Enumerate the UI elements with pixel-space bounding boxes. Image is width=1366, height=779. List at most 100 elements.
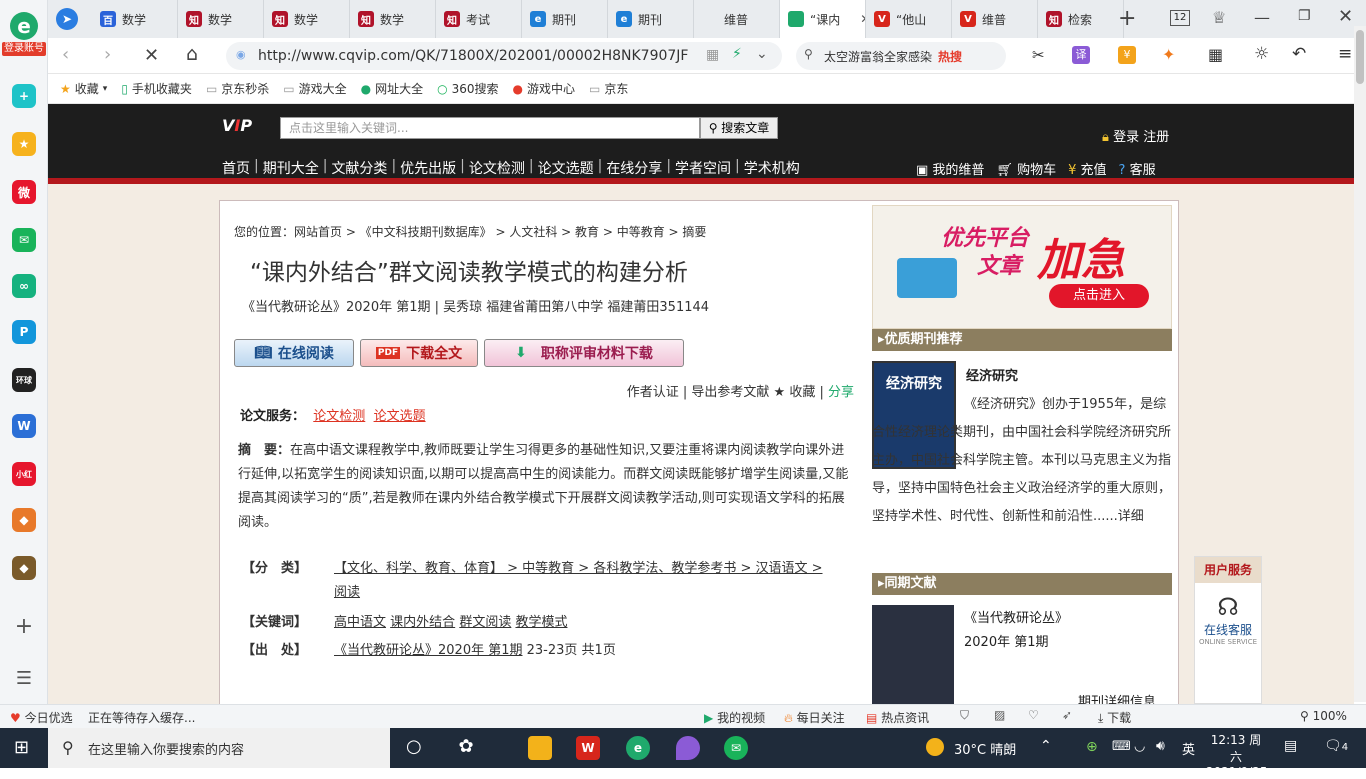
same-issue-journal[interactable]: 《当代教研论丛》 <box>964 607 1068 626</box>
browser-tab[interactable]: e 期刊 <box>522 0 608 38</box>
game-app-icon[interactable]: 环球 <box>12 368 36 392</box>
action-center[interactable]: 🗨︎4 <box>1324 738 1348 754</box>
classification-link[interactable]: 【文化、科学、教育、体育】 > 中等教育 > 各科教学法、教学参考书 > 汉语语… <box>334 561 823 576</box>
address-bar[interactable]: ◉ http://www.cqvip.com/QK/71800X/202001/… <box>226 42 782 70</box>
search-box[interactable]: ⚲ 太空游富翁全家感染 热搜 <box>796 42 1006 70</box>
browser-tab[interactable]: V “他山 <box>866 0 952 38</box>
bookmark-games[interactable]: ▭ 游戏大全 <box>283 80 346 97</box>
new-tab-icon[interactable]: + <box>1118 6 1136 31</box>
rocket-icon[interactable]: ➶ <box>1062 708 1072 722</box>
ime-indicator[interactable]: 英 <box>1182 739 1195 758</box>
weather[interactable]: 30°C 晴朗 <box>954 739 1016 758</box>
site-nav-item[interactable]: 优先出版 <box>396 158 460 178</box>
xiaohongshu-icon[interactable]: 小红 <box>12 462 36 486</box>
home-icon[interactable]: ⌂ <box>186 43 198 65</box>
heart-rate-icon[interactable]: ♡ <box>1028 708 1039 722</box>
tab-count[interactable]: 12 <box>1170 10 1190 26</box>
hot-search-label[interactable]: 热搜 <box>938 48 962 65</box>
browser-tab[interactable]: “课内✕ <box>780 0 866 38</box>
drop-app-icon[interactable] <box>676 736 700 760</box>
site-nav-item[interactable]: 首页 <box>218 158 254 178</box>
site-nav-item[interactable]: 期刊大全 <box>259 158 323 178</box>
p-app-icon[interactable]: P <box>12 320 36 344</box>
browser-tab[interactable]: 知考试 <box>436 0 522 38</box>
clock[interactable]: 12:13 周六 2021/9/25 <box>1206 731 1268 779</box>
zoom-level[interactable]: ⚲ 100% <box>1300 709 1347 723</box>
minimize-icon[interactable]: — <box>1254 8 1270 27</box>
topic-select-link[interactable]: 论文选题 <box>374 409 426 424</box>
vip-logo[interactable]: VIP <box>222 116 252 135</box>
today-pick[interactable]: ♥ 今日优选 <box>10 709 73 726</box>
hot-news-link[interactable]: ▤ 热点资讯 <box>866 709 929 726</box>
game-icon-2[interactable]: ◆ <box>12 556 36 580</box>
volume-icon[interactable]: 🔊︎ <box>1156 738 1165 754</box>
register-link[interactable]: 注册 <box>1143 130 1169 145</box>
pinwheel-icon[interactable]: ✿ <box>454 736 478 760</box>
priority-ad-banner[interactable]: 优先平台 文章 加急 点击进入 <box>872 205 1172 329</box>
source-link[interactable]: 《当代教研论丛》2020年 第1期 <box>334 643 523 658</box>
browser-tab[interactable]: V 维普 <box>952 0 1038 38</box>
ad-enter-button[interactable]: 点击进入 <box>1049 284 1149 308</box>
taskbar-search[interactable]: ⚲ 在这里输入你要搜索的内容 <box>48 728 390 768</box>
keyword-link[interactable]: 群文阅读 <box>459 615 511 630</box>
qr-icon[interactable]: ▦ <box>706 47 719 63</box>
keyword-link[interactable]: 教学模式 <box>515 615 567 630</box>
back-icon[interactable]: ‹ <box>62 44 69 65</box>
windows-start-icon[interactable]: ⊞ <box>14 737 29 758</box>
site-nav-item[interactable]: 学术机构 <box>740 158 804 178</box>
favorites-star-icon[interactable]: ★ <box>12 132 36 156</box>
site-search-button[interactable]: ⚲ 搜索文章 <box>700 117 778 139</box>
bookmark-mobile[interactable]: ▯ 手机收藏夹 <box>121 80 192 97</box>
coupon-icon[interactable]: ¥ <box>1118 46 1136 64</box>
my-vip-link[interactable]: ▣ 我的维普 <box>916 159 984 178</box>
image-icon[interactable]: ▨ <box>994 708 1005 722</box>
undo-icon[interactable]: ↶ <box>1292 44 1306 64</box>
browser-tab[interactable]: 知数学 <box>178 0 264 38</box>
material-download-button[interactable]: ⬇ 职称评审材料下载 <box>484 339 684 367</box>
wechat-icon[interactable]: ✉ <box>724 736 748 760</box>
site-search-input[interactable]: 点击这里输入关键词... <box>280 117 700 139</box>
notification-icon[interactable]: ▤ <box>1284 738 1297 754</box>
add-icon[interactable]: + <box>12 614 36 639</box>
stop-icon[interactable]: ✕ <box>144 45 159 66</box>
article-actions[interactable]: 作者认证 | 导出参考文献 ★ 收藏 | 分享 <box>627 381 854 400</box>
browser-tab[interactable]: e 期刊 <box>608 0 694 38</box>
headset-icon[interactable]: ☊ <box>1195 593 1261 621</box>
weibo-icon[interactable]: 微 <box>12 180 36 204</box>
site-nav-item[interactable]: 论文选题 <box>534 158 598 178</box>
scrollbar-thumb[interactable] <box>1356 30 1364 84</box>
tray-plus-icon[interactable]: ⊕ <box>1086 739 1098 755</box>
browser-tab[interactable]: 知检索 <box>1038 0 1124 38</box>
site-nav-item[interactable]: 论文检测 <box>465 158 529 178</box>
link-icon[interactable]: ∞ <box>12 274 36 298</box>
task-view-icon[interactable]: ○ <box>406 736 422 757</box>
download-manager[interactable]: ⤓ 下载 <box>1098 709 1131 726</box>
read-online-button[interactable]: 📖︎ 在线阅读 <box>234 339 354 367</box>
bookmark-360-search[interactable]: ○ 360搜索 <box>437 80 498 97</box>
journal-name[interactable]: 经济研究 <box>966 365 1018 384</box>
same-issue-more[interactable]: 期刊详细信息 <box>1078 691 1156 704</box>
forward-icon[interactable]: › <box>104 44 111 65</box>
site-nav-item[interactable]: 文献分类 <box>327 158 391 178</box>
menu-icon[interactable]: ☰ <box>12 666 36 690</box>
bookmark-game-center[interactable]: ● 游戏中心 <box>513 80 576 97</box>
navigate-icon[interactable]: ➤ <box>56 8 78 30</box>
chevron-down-icon[interactable]: ⌄ <box>756 46 768 62</box>
translate-icon[interactable]: 译 <box>1072 46 1090 64</box>
browser-tab[interactable]: 知数学 <box>264 0 350 38</box>
browser-logo-icon[interactable]: e <box>10 12 38 40</box>
mail-icon[interactable]: ✉ <box>12 228 36 252</box>
word-icon[interactable]: W <box>12 414 36 438</box>
same-issue-cover[interactable] <box>872 605 954 704</box>
classification-link-reading[interactable]: 阅读 <box>334 585 360 600</box>
bookmark-site-nav[interactable]: ● 网址大全 <box>361 80 424 97</box>
online-service-link[interactable]: 在线客服 <box>1195 621 1261 638</box>
lightning-icon[interactable]: ⚡ <box>732 46 742 62</box>
bookmark-favorites[interactable]: ★ 收藏 ▾ <box>60 80 107 97</box>
health-icon[interactable]: + <box>12 84 36 108</box>
shield-icon[interactable]: ⛉ <box>960 708 969 723</box>
file-explorer-icon[interactable] <box>528 736 552 760</box>
cart-link[interactable]: 🛒︎ 购物车 <box>996 159 1056 178</box>
close-window-icon[interactable]: ✕ <box>1338 6 1353 27</box>
login-badge[interactable]: 登录账号 <box>2 42 46 56</box>
